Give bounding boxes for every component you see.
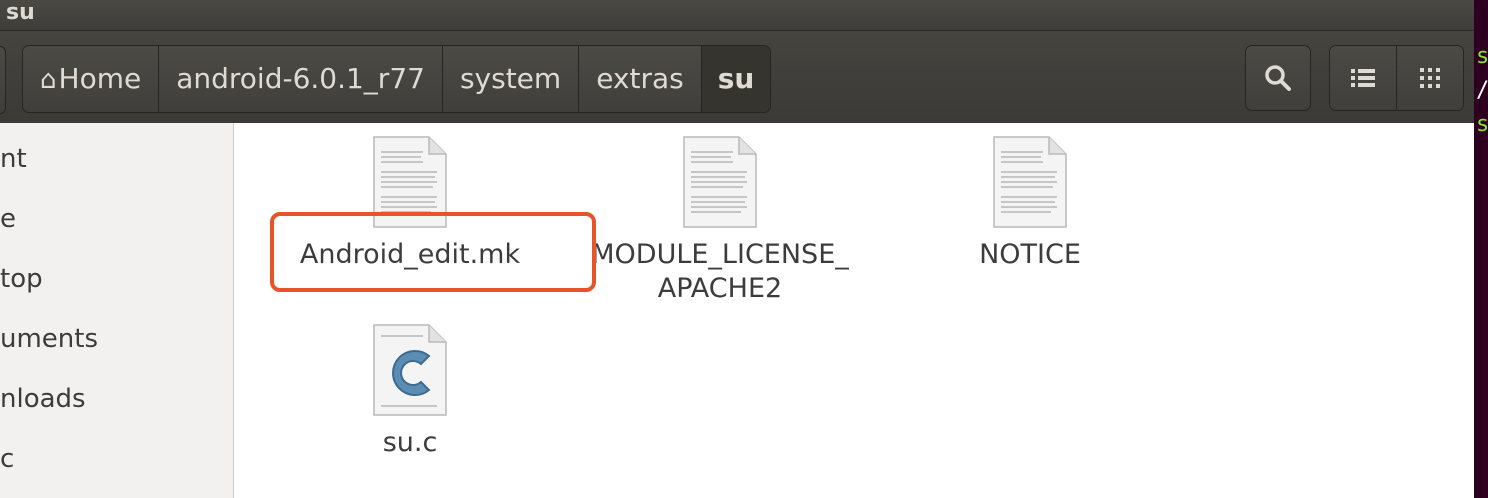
file-name-line2: APACHE2 — [657, 273, 783, 304]
breadcrumb-home[interactable]: ⌂Home — [23, 46, 159, 112]
back-button[interactable] — [0, 46, 6, 114]
terminal-text: s — [1476, 112, 1488, 137]
file-name: NOTICE — [979, 239, 1081, 270]
breadcrumb-home-label: Home — [58, 62, 142, 95]
file-item-module-license-apache2[interactable]: MODULE_LICENSE_ APACHE2 — [570, 136, 870, 306]
text-file-icon — [683, 136, 757, 228]
c-source-file-icon — [373, 324, 447, 416]
breadcrumb-android[interactable]: android-6.0.1_r77 — [158, 46, 442, 112]
grid-view-button[interactable] — [1396, 46, 1463, 110]
text-file-icon — [993, 136, 1067, 228]
file-name: su.c — [382, 427, 438, 458]
sidebar-item-desktop[interactable]: top — [0, 259, 43, 299]
sidebar-item-home[interactable]: e — [0, 199, 16, 239]
sidebar-divider — [234, 123, 246, 498]
toolbar: ⌂Home android-6.0.1_r77 system extras su — [0, 31, 1474, 123]
sidebar-item-recent[interactable]: nt — [0, 139, 27, 179]
terminal-text: / — [1476, 78, 1488, 103]
breadcrumb-su[interactable]: su — [700, 46, 771, 112]
file-name: MODULE_LICENSE_ APACHE2 — [570, 238, 870, 306]
file-item-su-c[interactable]: su.c — [260, 324, 560, 460]
file-item-notice[interactable]: NOTICE — [880, 136, 1180, 272]
file-name-line1: MODULE_LICENSE_ — [591, 239, 849, 270]
window-titlebar: su — [0, 0, 1488, 31]
grid-view-icon — [1420, 68, 1440, 88]
places-sidebar: nt e top uments nloads c — [0, 123, 234, 498]
search-button[interactable] — [1245, 45, 1311, 111]
list-view-button[interactable] — [1330, 46, 1396, 110]
breadcrumb-system[interactable]: system — [441, 46, 579, 112]
view-switcher — [1329, 45, 1464, 111]
sidebar-item-documents[interactable]: uments — [0, 319, 98, 359]
sidebar-item-music[interactable]: c — [0, 439, 14, 479]
breadcrumb: ⌂Home android-6.0.1_r77 system extras su — [22, 45, 772, 113]
list-view-icon — [1351, 69, 1375, 87]
highlight-annotation — [270, 212, 596, 292]
search-icon — [1265, 65, 1291, 91]
sidebar-item-downloads[interactable]: nloads — [0, 379, 86, 419]
window-title: su — [6, 0, 35, 25]
terminal-window-edge: s / s — [1474, 0, 1488, 498]
home-icon: ⌂ — [40, 65, 57, 95]
breadcrumb-extras[interactable]: extras — [578, 46, 701, 112]
terminal-text: s — [1476, 44, 1488, 69]
